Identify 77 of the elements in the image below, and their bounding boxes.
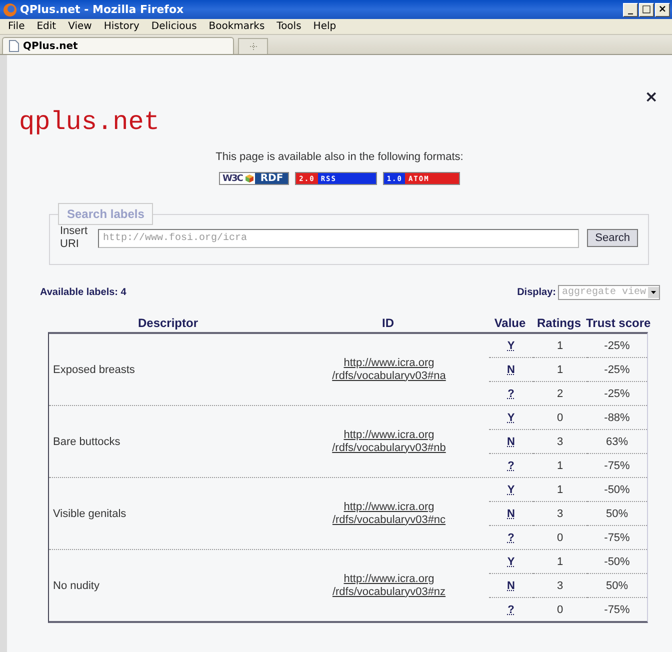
column-header: ID xyxy=(381,315,395,332)
column-header: Descriptor xyxy=(136,315,200,332)
trust-score-cell: -75% xyxy=(604,604,630,616)
descriptor-cell: Bare buttocks xyxy=(53,436,120,448)
value-link[interactable]: Y xyxy=(507,412,515,424)
menu-item[interactable]: Tools xyxy=(270,21,308,32)
column-header: Value xyxy=(493,315,527,332)
ratings-cell: 0 xyxy=(556,532,564,544)
window-title: QPlus.net - Mozilla Firefox xyxy=(20,3,185,16)
browser-tab[interactable]: QPlus.net xyxy=(2,37,234,54)
browser-logo-icon xyxy=(3,2,17,16)
maximize-button[interactable]: □ xyxy=(639,2,654,16)
trust-score-cell: -50% xyxy=(604,484,630,496)
ratings-cell: 0 xyxy=(556,412,564,424)
trust-score-cell: 63% xyxy=(606,436,628,448)
minimize-button[interactable]: _ xyxy=(623,2,638,16)
ratings-cell: 3 xyxy=(556,580,564,592)
plus-icon xyxy=(248,42,258,51)
page-icon xyxy=(9,40,19,52)
ratings-cell: 1 xyxy=(556,556,564,568)
id-link[interactable]: http://www.icra.org /rdfs/vocabularyv03#nz xyxy=(332,572,446,598)
menu-item[interactable]: View xyxy=(62,21,98,32)
ratings-cell: 0 xyxy=(556,604,564,616)
trust-score-cell: -75% xyxy=(604,460,630,472)
trust-score-cell: 50% xyxy=(606,508,628,520)
menu-item[interactable]: Help xyxy=(307,21,342,32)
ratings-cell: 1 xyxy=(556,364,564,376)
ratings-cell: 3 xyxy=(556,508,564,520)
value-link[interactable]: Y xyxy=(507,340,515,352)
menu-item[interactable]: File xyxy=(2,21,31,32)
search-button[interactable]: Search xyxy=(587,229,638,247)
id-link[interactable]: http://www.icra.org /rdfs/vocabularyv03#nb xyxy=(332,428,446,454)
display-label: Display: xyxy=(517,287,556,298)
trust-score-cell: -50% xyxy=(604,556,630,568)
site-logo: qplus.net xyxy=(19,107,160,137)
trust-score-cell: -75% xyxy=(604,532,630,544)
menu-item[interactable]: Bookmarks xyxy=(202,21,271,32)
close-button[interactable]: × xyxy=(644,87,658,106)
trust-score-cell: -25% xyxy=(604,388,630,400)
formats-text: This page is available also in the following formats: xyxy=(216,151,464,163)
column-header: Trust score xyxy=(586,315,651,332)
value-link[interactable]: Y xyxy=(507,484,515,496)
descriptor-cell: Visible genitals xyxy=(53,508,126,520)
section-legend: Search labels xyxy=(58,203,154,225)
field-label: Insert URI xyxy=(60,225,89,251)
ratings-cell: 1 xyxy=(556,340,564,352)
value-link[interactable]: ? xyxy=(508,460,514,472)
uri-field[interactable]: http://www.fosi.org/icra xyxy=(98,228,580,248)
descriptor-cell: Exposed breasts xyxy=(53,364,135,376)
column-header: Ratings xyxy=(536,315,582,332)
format-badge[interactable]: W3C RDF xyxy=(218,172,290,185)
label-count: Available labels: 4 xyxy=(40,287,126,298)
value-link[interactable]: Y xyxy=(507,556,515,568)
ratings-cell: 1 xyxy=(556,484,564,496)
menu-item[interactable]: Delicious xyxy=(145,21,203,32)
descriptor-cell: No nudity xyxy=(53,580,100,592)
ratings-cell: 2 xyxy=(556,388,564,400)
trust-score-cell: -25% xyxy=(604,340,630,352)
cube-icon xyxy=(245,174,254,183)
trust-score-cell: 50% xyxy=(606,580,628,592)
ratings-cell: 3 xyxy=(556,436,564,448)
value-link[interactable]: ? xyxy=(508,532,514,544)
id-link[interactable]: http://www.icra.org /rdfs/vocabularyv03#nc xyxy=(332,500,446,526)
trust-score-cell: -88% xyxy=(604,412,630,424)
ratings-cell: 1 xyxy=(556,460,564,472)
value-link[interactable]: ? xyxy=(508,388,514,400)
menu-item[interactable]: Edit xyxy=(30,21,62,32)
value-link[interactable]: N xyxy=(507,508,515,520)
value-link[interactable]: ? xyxy=(508,604,514,616)
close-button[interactable]: × xyxy=(655,2,670,16)
trust-score-cell: -25% xyxy=(604,364,630,376)
id-link[interactable]: http://www.icra.org /rdfs/vocabularyv03#na xyxy=(332,356,446,382)
value-link[interactable]: N xyxy=(507,436,515,448)
value-link[interactable]: N xyxy=(507,580,515,592)
value-link[interactable]: N xyxy=(507,364,515,376)
menu-item[interactable]: History xyxy=(98,21,146,32)
new-tab-button[interactable] xyxy=(238,38,268,54)
